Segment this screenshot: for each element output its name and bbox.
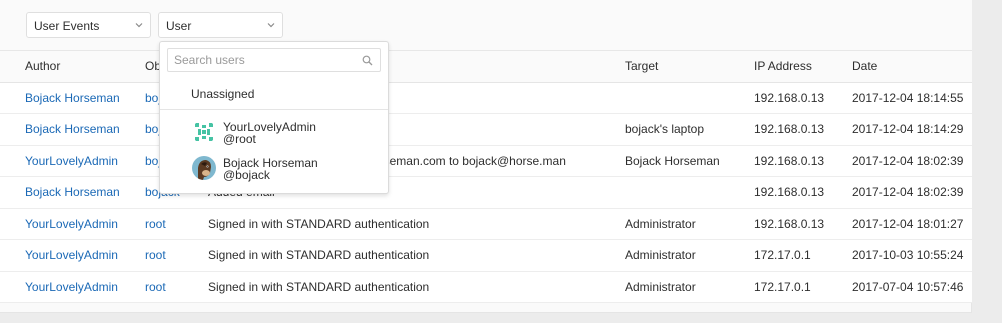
table-header-row: Author Object Action Target IP Address D… (0, 51, 972, 83)
avatar (192, 156, 216, 180)
avatar (192, 120, 216, 144)
column-header-ip-address: IP Address (733, 51, 836, 83)
user-select-value: User (166, 19, 192, 33)
dropdown-divider (160, 109, 388, 110)
user-username: @bojack (223, 168, 270, 182)
dropdown-item-user[interactable]: Bojack Horseman @bojack (160, 151, 388, 187)
ip-address-cell: 172.17.0.1 (733, 239, 836, 272)
target-cell (608, 82, 733, 114)
table-row: YourLovelyAdmin root Signed in with STAN… (0, 208, 972, 240)
filter-bar: User Events User (0, 0, 972, 51)
target-cell: bojack's laptop (608, 113, 733, 146)
search-users-box (167, 48, 381, 72)
user-select[interactable]: User (158, 12, 283, 38)
object-link[interactable]: root (145, 248, 166, 262)
table-row: Bojack Horseman bojack Added email 192.1… (0, 176, 972, 209)
column-header-author: Author (0, 51, 132, 83)
action-cell: Signed in with STANDARD authentication (195, 239, 608, 272)
author-link[interactable]: Bojack Horseman (25, 122, 120, 136)
object-link[interactable]: root (145, 217, 166, 231)
dropdown-item-unassigned[interactable]: Unassigned (160, 78, 388, 108)
horse-avatar-icon (192, 156, 216, 180)
ip-address-cell: 192.168.0.13 (733, 208, 836, 240)
chevron-down-icon (135, 23, 143, 28)
date-cell: 2017-10-03 10:55:24 (836, 239, 972, 272)
date-cell: 2017-07-04 10:57:46 (836, 271, 972, 303)
target-cell: Administrator (608, 239, 733, 272)
target-cell (608, 176, 733, 209)
ip-address-cell: 192.168.0.13 (733, 145, 836, 177)
table-row: YourLovelyAdmin root Signed in with STAN… (0, 239, 972, 272)
author-link[interactable]: YourLovelyAdmin (25, 280, 118, 294)
event-type-select-value: User Events (34, 19, 100, 33)
identicon-avatar-icon (192, 120, 216, 144)
date-cell: 2017-12-04 18:02:39 (836, 176, 972, 209)
user-username: @root (223, 132, 256, 146)
object-link[interactable]: root (145, 280, 166, 294)
author-link[interactable]: YourLovelyAdmin (25, 217, 118, 231)
date-cell: 2017-12-04 18:01:27 (836, 208, 972, 240)
author-link[interactable]: YourLovelyAdmin (25, 154, 118, 168)
search-users-input[interactable] (168, 49, 348, 71)
date-cell: 2017-12-04 18:14:55 (836, 82, 972, 114)
date-cell: 2017-12-04 18:14:29 (836, 113, 972, 146)
author-link[interactable]: YourLovelyAdmin (25, 248, 118, 262)
target-cell: Administrator (608, 208, 733, 240)
table-row: YourLovelyAdmin bojack Changed email fro… (0, 145, 972, 177)
column-header-target: Target (608, 51, 733, 83)
target-cell: Bojack Horseman (608, 145, 733, 177)
user-dropdown-menu: Unassigned YourLovelyAdmin @root (159, 41, 389, 194)
author-link[interactable]: Bojack Horseman (25, 91, 120, 105)
event-type-select[interactable]: User Events (26, 12, 151, 38)
ip-address-cell: 172.17.0.1 (733, 271, 836, 303)
search-icon (362, 55, 373, 66)
action-cell: Signed in with STANDARD authentication (195, 208, 608, 240)
ip-address-cell: 192.168.0.13 (733, 176, 836, 209)
ip-address-cell: 192.168.0.13 (733, 82, 836, 114)
dropdown-item-user[interactable]: YourLovelyAdmin @root (160, 115, 388, 151)
date-cell: 2017-12-04 18:02:39 (836, 145, 972, 177)
ip-address-cell: 192.168.0.13 (733, 113, 836, 146)
author-link[interactable]: Bojack Horseman (25, 185, 120, 199)
table-row: Bojack Horseman bojack 192.168.0.13 2017… (0, 82, 972, 114)
events-table: Author Object Action Target IP Address D… (0, 51, 972, 303)
action-cell: Signed in with STANDARD authentication (195, 271, 608, 303)
chevron-down-icon (267, 23, 275, 28)
audit-events-panel: User Events User Author Object Action Ta… (0, 0, 972, 313)
target-cell: Administrator (608, 271, 733, 303)
table-row: Bojack Horseman bojack bojack's laptop 1… (0, 113, 972, 146)
column-header-date: Date (836, 51, 972, 83)
table-row: YourLovelyAdmin root Signed in with STAN… (0, 271, 972, 303)
